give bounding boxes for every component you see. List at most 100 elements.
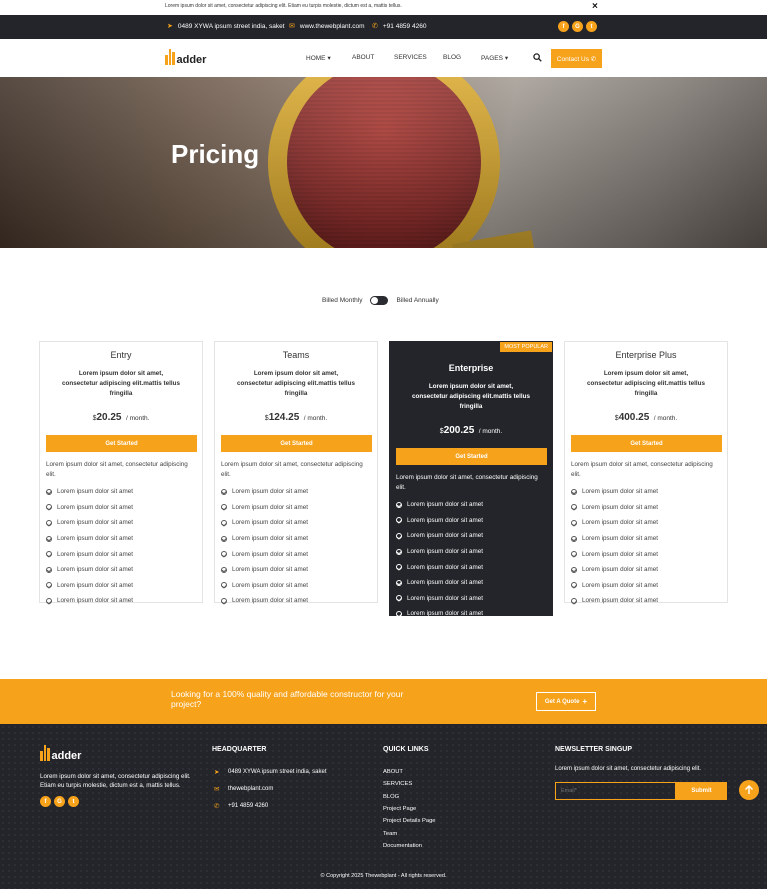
topbar-website[interactable]: ✉ www.thewebplant.com xyxy=(289,22,365,31)
feature-item: Lorem ipsum dolor sit amet xyxy=(571,562,721,578)
footer-logo[interactable]: adder xyxy=(40,745,81,762)
topbar-phone[interactable]: ✆ +91 4859 4260 xyxy=(372,22,427,31)
price-amount: 200.25 xyxy=(443,425,475,436)
feature-item: Lorem ipsum dolor sit amet xyxy=(396,528,546,544)
arrow-up-icon xyxy=(745,785,753,794)
plan-note: Lorem ipsum dolor sit amet, consectetur … xyxy=(571,461,713,478)
feature-item: Lorem ipsum dolor sit amet xyxy=(396,513,546,529)
plan-price: $124.25 / month. xyxy=(221,407,371,425)
announcement-bar: Lorem ipsum dolor sit amet, consectetur … xyxy=(0,0,767,15)
get-a-quote-button[interactable]: Get A Quote + xyxy=(536,692,596,711)
feature-item: Lorem ipsum dolor sit amet xyxy=(396,497,546,513)
feature-text: Lorem ipsum dolor sit amet xyxy=(57,550,133,558)
feature-text: Lorem ipsum dolor sit amet xyxy=(407,610,483,618)
feature-item: Lorem ipsum dolor sit amet xyxy=(396,559,546,575)
hq-phone[interactable]: ✆ +91 4859 4260 xyxy=(214,802,268,810)
site-logo[interactable]: adder xyxy=(165,49,207,66)
get-started-button[interactable]: Get Started xyxy=(221,435,372,452)
hq-email-text[interactable]: thewebplant.com xyxy=(228,786,273,792)
plan-note: Lorem ipsum dolor sit amet, consectetur … xyxy=(396,474,538,491)
get-started-button[interactable]: Get Started xyxy=(46,435,197,452)
check-circle-icon xyxy=(221,551,227,558)
envelope-icon: ✉ xyxy=(289,23,295,30)
hq-phone-text[interactable]: +91 4859 4260 xyxy=(228,803,268,809)
nav-item-about[interactable]: ABOUT xyxy=(352,54,374,61)
feature-text: Lorem ipsum dolor sit amet xyxy=(57,519,133,527)
quick-link-team[interactable]: Team xyxy=(383,831,397,837)
nav-item-services[interactable]: SERVICES xyxy=(394,54,427,61)
billed-annually-label[interactable]: Billed Annually xyxy=(396,297,438,304)
quick-link-blog[interactable]: BLOG xyxy=(383,794,399,800)
check-circle-icon xyxy=(221,504,227,511)
plan-description: Lorem ipsum dolor sit amet, consectetur … xyxy=(587,370,705,397)
feature-text: Lorem ipsum dolor sit amet xyxy=(582,503,658,511)
feature-text: Lorem ipsum dolor sit amet xyxy=(232,503,308,511)
plan-note: Lorem ipsum dolor sit amet, consectetur … xyxy=(46,461,188,478)
feature-item: Lorem ipsum dolor sit amet xyxy=(46,593,196,609)
twitter-icon[interactable]: t xyxy=(586,21,597,32)
topbar-address: ➤ 0489 XYWA ipsum street india, saket xyxy=(167,22,285,31)
feature-item: Lorem ipsum dolor sit amet xyxy=(571,515,721,531)
price-period: / month. xyxy=(653,415,678,422)
nav-item-blog[interactable]: BLOG xyxy=(443,54,461,61)
nav-item-pages[interactable]: PAGES ▾ xyxy=(481,54,508,63)
nav-item-home[interactable]: HOME ▾ xyxy=(306,54,331,63)
get-a-quote-label: Get A Quote xyxy=(544,698,580,705)
hq-email[interactable]: ✉ thewebplant.com xyxy=(214,785,273,793)
topbar-website-text[interactable]: www.thewebplant.com xyxy=(300,23,365,30)
feature-item: Lorem ipsum dolor sit amet xyxy=(46,515,196,531)
copyright-text: © Copyright 2025 Thewebplant - All right… xyxy=(320,873,447,879)
quick-link-services[interactable]: SERVICES xyxy=(383,781,412,787)
nav-item-services-label: SERVICES xyxy=(394,54,427,61)
topbar-address-text: 0489 XYWA ipsum street india, saket xyxy=(177,22,285,30)
contact-us-button[interactable]: Contact Us ✆ xyxy=(551,49,602,68)
get-started-button[interactable]: Get Started xyxy=(396,448,547,465)
logo-text: adder xyxy=(176,54,207,66)
get-started-button[interactable]: Get Started xyxy=(571,435,722,452)
search-icon[interactable] xyxy=(533,53,542,62)
check-circle-icon xyxy=(46,488,52,495)
twitter-icon[interactable]: t xyxy=(68,796,79,807)
billed-monthly-label[interactable]: Billed Monthly xyxy=(322,297,362,304)
feature-item: Lorem ipsum dolor sit amet xyxy=(571,578,721,594)
check-circle-icon xyxy=(221,566,227,573)
quick-link-project-page[interactable]: Project Page xyxy=(383,806,416,812)
feature-text: Lorem ipsum dolor sit amet xyxy=(407,516,483,524)
price-amount: 124.25 xyxy=(268,412,300,423)
quick-link-about[interactable]: ABOUT xyxy=(383,769,403,775)
facebook-icon[interactable]: f xyxy=(40,796,51,807)
feature-text: Lorem ipsum dolor sit amet xyxy=(407,563,483,571)
google-icon[interactable]: G xyxy=(54,796,65,807)
check-circle-icon xyxy=(221,519,227,526)
check-circle-icon xyxy=(396,595,402,602)
logo-bars-icon xyxy=(40,745,50,761)
envelope-icon: ✉ xyxy=(214,786,220,793)
plan-description: Lorem ipsum dolor sit amet, consectetur … xyxy=(237,370,355,397)
feature-item: Lorem ipsum dolor sit amet xyxy=(571,500,721,516)
plan-price: $400.25 / month. xyxy=(571,407,721,425)
feature-text: Lorem ipsum dolor sit amet xyxy=(407,548,483,556)
price-period: / month. xyxy=(303,415,328,422)
topbar-phone-text[interactable]: +91 4859 4260 xyxy=(383,23,427,30)
check-circle-icon xyxy=(221,488,227,495)
phone-icon: ✆ xyxy=(214,803,220,810)
feature-text: Lorem ipsum dolor sit amet xyxy=(582,581,658,589)
facebook-icon[interactable]: f xyxy=(558,21,569,32)
feature-text: Lorem ipsum dolor sit amet xyxy=(232,519,308,527)
plan-name: Teams xyxy=(282,350,310,360)
newsletter-email-input[interactable] xyxy=(555,782,676,800)
check-circle-icon xyxy=(46,566,52,573)
quick-link-documentation[interactable]: Documentation xyxy=(383,843,422,849)
close-icon[interactable]: × xyxy=(592,1,598,13)
check-circle-icon xyxy=(46,597,52,604)
billing-toggle-switch[interactable] xyxy=(370,296,389,305)
newsletter-submit-button[interactable]: Submit xyxy=(676,782,727,800)
pricing-card-enterprise-plus: Enterprise Plus Lorem ipsum dolor sit am… xyxy=(564,341,728,604)
google-icon[interactable]: G xyxy=(572,21,583,32)
hq-address: ➤ 0489 XYWA ipsum street india, saket xyxy=(214,768,327,776)
feature-item: Lorem ipsum dolor sit amet xyxy=(571,531,721,547)
scroll-to-top-button[interactable] xyxy=(739,780,759,800)
feature-item: Lorem ipsum dolor sit amet xyxy=(396,591,546,607)
quick-link-project-details[interactable]: Project Details Page xyxy=(383,818,436,824)
plan-name: Enterprise xyxy=(448,363,494,373)
